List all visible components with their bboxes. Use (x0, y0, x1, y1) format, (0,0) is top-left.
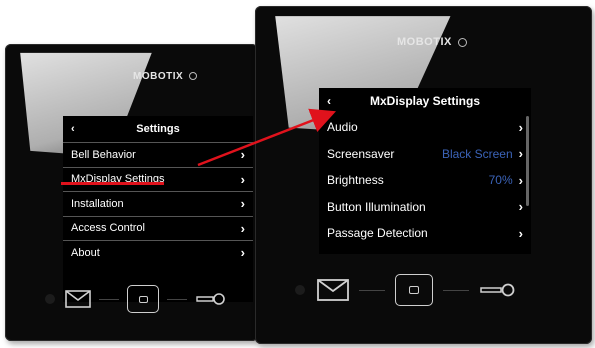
menu-item-passage-detection[interactable]: Passage Detection › (319, 220, 531, 247)
chevron-right-icon: › (518, 199, 523, 215)
envelope-icon (65, 290, 91, 308)
button-divider (359, 289, 385, 291)
menu-item-label: Audio (327, 120, 358, 135)
menu-item-value: Black Screen (441, 146, 513, 161)
mobotix-logo: MOBOTIX (133, 71, 198, 82)
menu-item-access-control[interactable]: Access Control › (63, 215, 253, 241)
mxdisplay-settings-header: ‹ MxDisplay Settings (319, 88, 531, 114)
square-button-icon (409, 286, 419, 294)
menu-item-bell-behavior[interactable]: Bell Behavior › (63, 142, 253, 167)
back-arrow-icon[interactable]: ‹ (327, 94, 331, 108)
mail-button[interactable] (65, 290, 91, 308)
menu-item-installation[interactable]: Installation › (63, 191, 253, 216)
menu-item-audio[interactable]: Audio › (319, 114, 531, 141)
menu-item-brightness[interactable]: Brightness 70% › (319, 167, 531, 194)
center-button[interactable] (127, 285, 159, 313)
chevron-right-icon: › (518, 146, 523, 162)
key-icon (196, 293, 225, 305)
key-button[interactable] (479, 281, 515, 299)
key-button[interactable] (195, 291, 225, 307)
mxdisplay-settings-screen: ‹ MxDisplay Settings Audio › Screensaver… (319, 88, 531, 254)
screen-title: MxDisplay Settings (369, 94, 481, 108)
button-divider (167, 298, 187, 300)
menu-item-button-illumination[interactable]: Button Illumination › (319, 194, 531, 221)
menu-item-label: Installation (71, 197, 124, 210)
center-button[interactable] (395, 274, 433, 306)
chevron-right-icon: › (240, 220, 245, 236)
menu-item-value: 70% (488, 173, 513, 188)
button-divider (99, 298, 119, 300)
button-divider (443, 289, 469, 291)
highlight-underline (61, 182, 164, 185)
menu-item-about[interactable]: About › (63, 240, 253, 265)
hardware-buttons (45, 285, 225, 313)
status-led (295, 285, 305, 295)
envelope-icon (317, 279, 349, 301)
key-icon (480, 283, 515, 297)
chevron-right-icon: › (518, 119, 523, 135)
settings-screen: ‹ Settings Bell Behavior › MxDisplay Set… (63, 116, 253, 302)
square-button-icon (138, 295, 148, 303)
chevron-right-icon: › (240, 147, 245, 163)
logo-text: MOBOTIX (397, 36, 452, 48)
logo-text: MOBOTIX (133, 71, 184, 82)
scrollbar[interactable] (526, 116, 529, 206)
chevron-right-icon: › (240, 171, 245, 187)
menu-item-label: Screensaver (327, 146, 395, 161)
logo-dot-icon (457, 37, 467, 47)
menu-item-mxdisplay-settings[interactable]: MxDisplay Settings › (63, 166, 253, 192)
menu-item-label: About (71, 246, 100, 259)
menu-item-label: Button Illumination (327, 199, 426, 214)
screen-title: Settings (136, 123, 180, 135)
mail-button[interactable] (317, 279, 349, 301)
menu-item-label: Passage Detection (327, 226, 428, 241)
back-arrow-icon[interactable]: ‹ (71, 123, 75, 135)
settings-header: ‹ Settings (63, 116, 253, 142)
menu-item-label: Brightness (327, 173, 384, 188)
menu-item-screensaver[interactable]: Screensaver Black Screen › (319, 141, 531, 168)
chevron-right-icon: › (518, 172, 523, 188)
left-display-device: MOBOTIX ‹ Settings Bell Behavior › MxDis… (5, 44, 258, 341)
logo-dot-icon (189, 72, 198, 81)
chevron-right-icon: › (240, 196, 245, 212)
mobotix-logo: MOBOTIX (397, 36, 467, 48)
chevron-right-icon: › (240, 245, 245, 261)
hardware-buttons (295, 274, 515, 306)
menu-item-label: Access Control (71, 222, 145, 235)
right-display-device: MOBOTIX ‹ MxDisplay Settings Audio › Scr… (255, 6, 592, 344)
menu-item-label: Bell Behavior (71, 148, 136, 161)
chevron-right-icon: › (518, 225, 523, 241)
status-led (45, 294, 55, 304)
